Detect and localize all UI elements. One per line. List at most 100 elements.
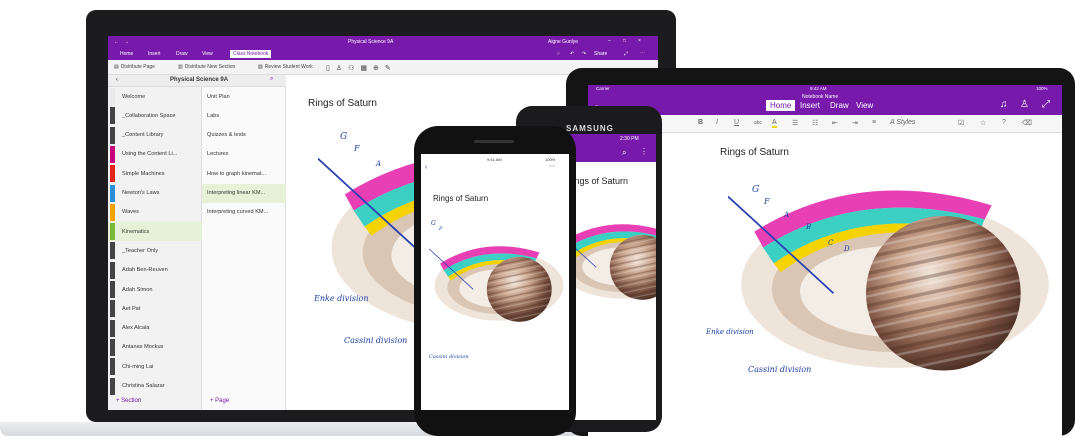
section-item[interactable]: Alex Alcala	[108, 319, 202, 338]
maximize-icon[interactable]: □	[623, 38, 626, 44]
outdent-icon[interactable]: ⇤	[832, 119, 838, 127]
section-item[interactable]: _Teacher Only	[108, 241, 202, 260]
group-icon[interactable]: ⚇	[348, 64, 354, 72]
samsung-search-icon[interactable]: ⌕	[622, 148, 626, 158]
add-section-button[interactable]: + Section	[116, 398, 141, 404]
eraser-icon[interactable]: ⌫	[1022, 119, 1032, 127]
section-label: Waves	[122, 209, 139, 216]
section-item[interactable]: Simple Machines	[108, 164, 202, 183]
star-icon[interactable]: ☆	[980, 119, 986, 127]
expand-icon[interactable]: ⤢	[624, 51, 628, 57]
section-item[interactable]: Waves	[108, 203, 202, 222]
tablet-encke-label: Enke division	[706, 328, 754, 336]
help-icon[interactable]: ?	[1002, 119, 1006, 126]
section-item[interactable]: Kinematics	[108, 222, 202, 242]
page-label: Labs	[207, 112, 220, 119]
tablet-cassini-label: Cassini division	[748, 365, 812, 374]
bullet-list-icon[interactable]: ☰	[792, 119, 798, 127]
fullscreen-icon[interactable]: ⤢	[1042, 99, 1050, 110]
zoom-icon[interactable]: ⊕	[373, 64, 379, 72]
section-item[interactable]: _Content Library	[108, 126, 202, 145]
add-page-button[interactable]: + Page	[210, 398, 229, 404]
table-icon[interactable]: ▯	[326, 64, 330, 72]
indent-icon[interactable]: ⇥	[852, 119, 858, 127]
tablet-tab-home[interactable]: Home	[766, 100, 796, 111]
tab-class-notebook[interactable]: Class Notebook	[230, 50, 272, 58]
nav-back-icon[interactable]: ‹	[116, 77, 118, 83]
section-item[interactable]: Adah Simon	[108, 280, 202, 299]
page-item[interactable]: How to graph kinemat...	[202, 164, 286, 183]
section-item[interactable]: Welcome	[108, 87, 202, 106]
tablet-tab-insert[interactable]: Insert	[800, 101, 820, 110]
iphone-more-icon[interactable]: ⋯	[549, 163, 555, 170]
iphone-battery: 100%	[545, 157, 556, 162]
redo-icon[interactable]: ↷	[582, 51, 586, 57]
section-item[interactable]: _Collaboration Space	[108, 106, 202, 125]
number-list-icon[interactable]: ☷	[812, 119, 818, 127]
search-icon[interactable]: ⌕	[270, 76, 273, 83]
page-item[interactable]: Interpreting linear KM...	[202, 183, 286, 203]
more-icon[interactable]: ⋯	[640, 50, 645, 56]
section-item[interactable]: Antanas Mockus	[108, 338, 202, 357]
calendar-icon[interactable]: ▦	[360, 64, 367, 72]
tab-view[interactable]: View	[202, 51, 213, 57]
bold-icon[interactable]: B	[698, 119, 703, 126]
section-label: Using the Content Li...	[122, 151, 178, 158]
page-item[interactable]: Interpreting curved KM...	[202, 203, 286, 222]
strike-icon[interactable]: abc	[754, 120, 762, 126]
review-student-work-button[interactable]: ▧ Review Student Work	[258, 64, 313, 70]
section-label: Adah Ben-Reuven	[122, 267, 168, 274]
section-item[interactable]: Chi-ming Lai	[108, 357, 202, 376]
distribute-section-button[interactable]: ▥ Distribute New Section	[178, 64, 235, 70]
page-item[interactable]: Lectures	[202, 145, 286, 164]
tablet-status-bar: Carrier 9:42 AM 100%	[588, 85, 1062, 93]
section-item[interactable]: Using the Content Li...	[108, 145, 202, 164]
align-icon[interactable]: ≡	[872, 119, 876, 126]
page-item[interactable]: Labs	[202, 106, 286, 125]
page-item[interactable]: Unit Plan	[202, 87, 286, 106]
share-button[interactable]: Share	[594, 51, 607, 57]
tablet-tab-view[interactable]: View	[856, 101, 873, 110]
encke-label: Enke division	[314, 294, 369, 303]
tablet-tab-draw[interactable]: Draw	[830, 101, 849, 110]
section-color-tab	[110, 319, 115, 337]
window-title: Physical Science 9A	[348, 39, 394, 45]
page-label: Lectures	[207, 151, 229, 158]
samsung-edit-button[interactable]: Edit	[640, 144, 649, 150]
ring-label-a: A	[376, 160, 382, 168]
checkbox-icon[interactable]: ☑	[958, 119, 964, 127]
back-icon[interactable]: ←	[114, 39, 119, 45]
section-color-tab	[110, 338, 115, 356]
ribbon-tabs: Home Insert Draw View Class Notebook ♢ ↶…	[108, 49, 658, 60]
forward-icon[interactable]: →	[124, 39, 129, 45]
pen-icon[interactable]: ✎	[385, 64, 391, 72]
distribute-page-button[interactable]: ▤ Distribute Page	[114, 64, 155, 70]
page-item[interactable]: Quizzes & tests	[202, 126, 286, 145]
add-person-icon[interactable]: ♙	[1020, 99, 1029, 110]
lightbulb-icon[interactable]: ♢	[556, 51, 560, 57]
iphone-status-bar: 9:41 AM 100% ‹ ⋯	[421, 154, 569, 172]
section-item[interactable]: Adah Ben-Reuven	[108, 261, 202, 280]
close-icon[interactable]: ×	[638, 38, 641, 44]
undo-icon[interactable]: ↶	[570, 51, 574, 57]
page-icon: ▤	[114, 64, 119, 70]
section-label: Simple Machines	[122, 170, 165, 177]
underline-icon[interactable]: U	[734, 119, 739, 126]
italic-icon[interactable]: I	[716, 119, 718, 126]
iphone-time: 9:41 AM	[487, 157, 502, 162]
styles-button[interactable]: A Styles	[890, 119, 915, 126]
section-item[interactable]: Newton's Laws	[108, 184, 202, 203]
section-color-tab	[110, 223, 115, 241]
bell-icon[interactable]: ♫	[1000, 99, 1008, 110]
review-icon: ▧	[258, 64, 263, 70]
tab-draw[interactable]: Draw	[176, 51, 188, 57]
section-item[interactable]: Aet Pat	[108, 299, 202, 318]
minimize-icon[interactable]: –	[608, 38, 611, 44]
section-item[interactable]: Christina Salazar	[108, 377, 202, 396]
tab-insert[interactable]: Insert	[148, 51, 161, 57]
iphone-back-icon[interactable]: ‹	[425, 164, 427, 171]
highlight-icon[interactable]: A	[772, 119, 777, 128]
user-name[interactable]: Aigne Gunlye	[548, 39, 578, 45]
tab-home[interactable]: Home	[120, 51, 133, 57]
person-icon[interactable]: ♙	[336, 64, 342, 72]
